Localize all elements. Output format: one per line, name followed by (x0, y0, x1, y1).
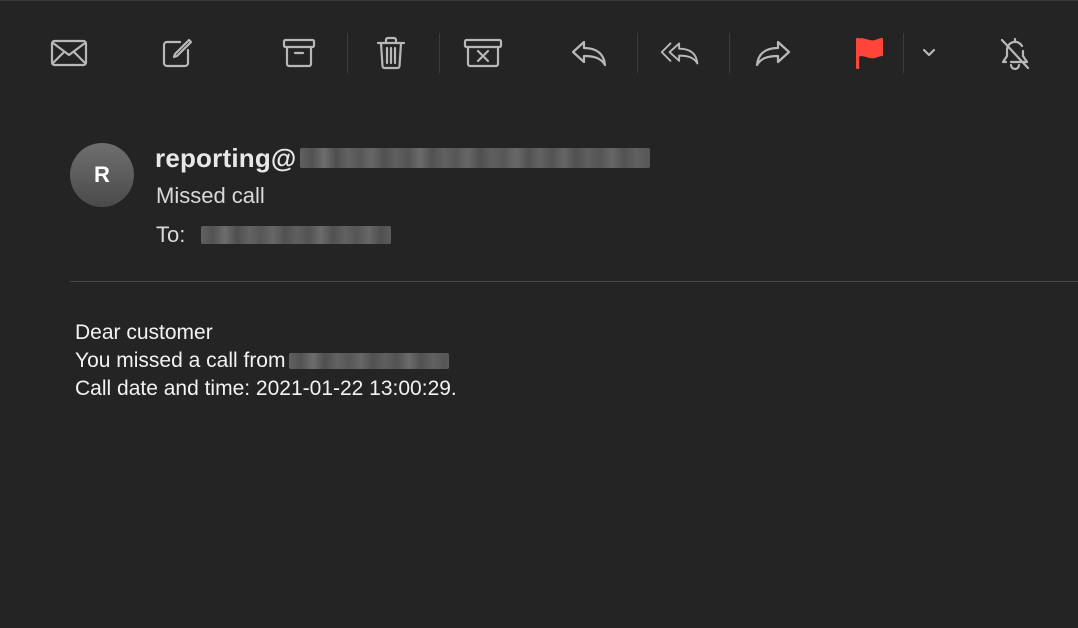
toolbar-separator (729, 33, 730, 73)
mail-window: R reporting@ Missed call To: Dear custom… (0, 0, 1078, 628)
toolbar-separator (347, 33, 348, 73)
message-subject: Missed call (156, 183, 265, 208)
toolbar (0, 1, 1078, 101)
flag-shape (856, 38, 883, 69)
recipient-row: To: (156, 221, 392, 249)
flag-icon[interactable] (849, 33, 889, 73)
message-body: Dear customer You missed a call from Cal… (75, 319, 457, 403)
toolbar-separator (637, 33, 638, 73)
compose-icon[interactable] (157, 33, 197, 73)
redacted-caller (289, 353, 450, 369)
redacted-recipient[interactable] (201, 226, 392, 244)
junk-icon[interactable] (463, 33, 503, 73)
forward-icon[interactable] (753, 33, 793, 73)
toolbar-separator (903, 33, 904, 73)
chevron-down-icon[interactable] (909, 33, 949, 73)
redacted-sender-domain (300, 148, 651, 168)
reply-all-icon[interactable] (660, 33, 700, 73)
trash-icon[interactable] (371, 33, 411, 73)
body-line-missed-call: You missed a call from (75, 347, 457, 375)
body-line-call-time: Call date and time: 2021-01-22 13:00:29. (75, 377, 457, 400)
envelope-icon[interactable] (49, 33, 89, 73)
avatar: R (70, 143, 134, 207)
bell-slash-icon[interactable] (995, 33, 1035, 73)
body-line-greeting: Dear customer (75, 321, 213, 344)
sender-row[interactable]: reporting@ (155, 141, 651, 175)
reply-icon[interactable] (569, 33, 609, 73)
body-line-missed-call-text: You missed a call from (75, 349, 286, 372)
to-label: To: (156, 222, 186, 247)
sender-name[interactable]: reporting@ (155, 143, 296, 174)
toolbar-separator (439, 33, 440, 73)
avatar-initial: R (94, 162, 110, 187)
archive-icon[interactable] (279, 33, 319, 73)
header-divider (70, 281, 1078, 282)
